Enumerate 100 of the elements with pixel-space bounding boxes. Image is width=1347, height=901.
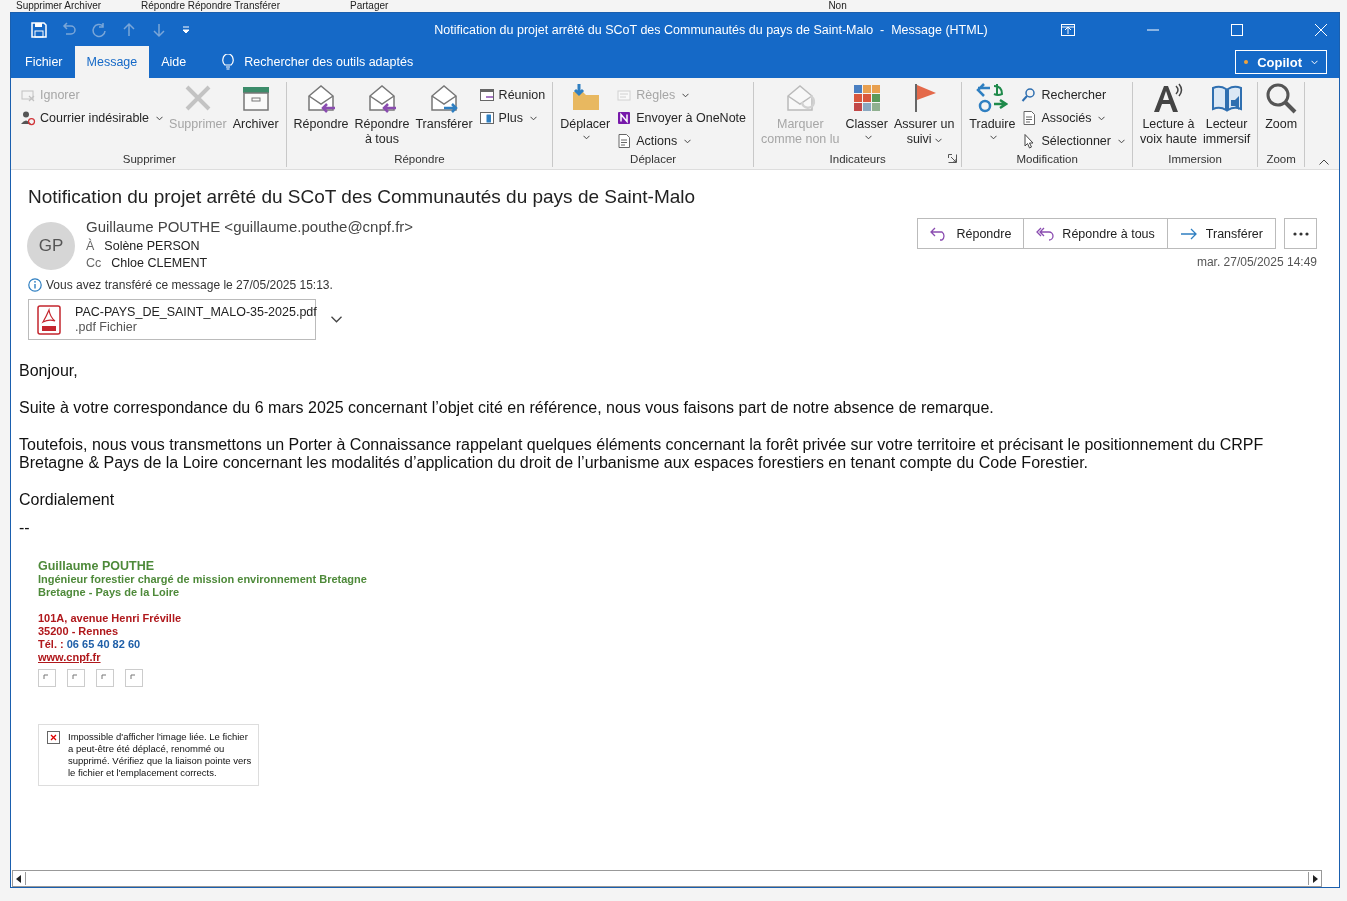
envelope-icon [784,82,817,114]
ribbon-tab[interactable]: Message [74,46,150,78]
ribbon-button[interactable]: Sélectionner [1018,131,1128,151]
ribbon-button[interactable]: Classer [842,82,891,140]
group-label: Modification [1016,153,1078,165]
button-label: Traduire [969,117,1016,132]
website-link[interactable]: www.cnpf.fr [38,651,101,664]
body-paragraph: Bonjour, [19,362,79,380]
info-icon [28,278,42,292]
ribbon-button[interactable]: Archiver [229,82,282,132]
body-paragraph: Toutefois, nous vous transmettons un Porter à Connaissance rappelant quelques éléments concernant la forêt privée sur votre territoire et précisant le positionnement du CRPF Bretagne & Pays de la Loire concernant les modalités d’application du droit de l’urbanisme aux espaces forestiers en tenant compte du Code Forestier. [19,436,1265,472]
recipient-label: À [86,238,95,255]
recipient: Solène PERSON [104,238,200,255]
maximize-icon[interactable] [1231,23,1243,36]
broken-image-message: Impossible d'afficher l'image liée. Le fichier a peut-être été déplacé, renommé ou supprimé. Vérifiez que la liaison pointe vers le fichier et l'emplacement corrects. [68,731,252,779]
close-icon[interactable] [1315,23,1327,36]
ribbon-button[interactable]: Réunion [475,85,549,105]
button-label: Zoom [1265,117,1298,132]
signature-name: Guillaume POUTHE [38,559,154,573]
signature-region: Bretagne - Pays de la Loire [38,586,180,599]
button-label: Marquer comme non lu [761,117,840,147]
message-date: mar. 27/05/2025 14:49 [1196,255,1317,269]
window-title: Notification du projet arrêté du SCoT des Communautés du pays de Saint-Malo - Message (HTML) [433,22,989,37]
reply-envelope-icon [305,82,338,114]
ribbon-button[interactable]: Répondre à tous [351,82,413,147]
ribbon-button[interactable]: Assurer un suivi [890,82,958,147]
signature-phone: Tél. : 06 65 40 82 60 [38,638,141,651]
group-label: Indicateurs [829,153,886,165]
search-icon [1021,87,1038,103]
button-label: Classer [845,117,888,132]
button-label: Archiver [232,117,279,132]
button-label: Répondre [293,117,349,132]
translate-icon [976,82,1009,114]
recipient: Chloe CLEMENT [111,255,208,272]
error-cross-icon [47,731,60,744]
ribbon-button[interactable]: Lecteur immersif [1199,82,1254,147]
ribbon-button[interactable]: Actions [613,131,749,151]
ribbon-button[interactable]: Rechercher [1018,85,1128,105]
document-icon [1021,110,1038,126]
group-label: Déplacer [630,153,677,165]
reply-all-arrow-icon [1036,226,1055,241]
background-ribbon-label: Répondre Répondre Transférer [141,0,280,12]
background-ribbon-label: Supprimer Archiver [16,0,102,12]
dialog-launcher-icon[interactable] [948,154,958,163]
lightbulb-icon [222,54,235,70]
attachment-name: PAC-PAYS_DE_SAINT_MALO-35-2025.pdf [75,305,317,319]
button-label: Supprimer [169,117,227,132]
body-paragraph: Suite à votre correspondance du 6 mars 2025 concernant l’objet cité en référence, nous vous faisons part de notre absence de remarque. [19,399,995,417]
message-subject: Notification du projet arrêté du SCoT des Communautés du pays de Saint-Malo [28,186,697,208]
calendar-icon [478,87,495,103]
zoom-icon [1265,82,1298,114]
body-paragraph: Cordialement [19,491,116,509]
button-label: Lecteur immersif [1202,117,1251,147]
info-message: Vous avez transféré ce message le 27/05/2025 15:13. [46,278,333,292]
group-label: Répondre [394,153,445,165]
envelope-cross-icon [20,87,36,103]
ribbon-tab[interactable]: Aide [149,46,199,78]
broken-image-icon [125,669,143,687]
broken-image-icon [96,669,114,687]
button-label: Transférer [415,117,473,132]
broken-image-icon [67,669,85,687]
tool-search-button[interactable]: Rechercher des outils adaptés [216,46,420,78]
button-label: Lecture à voix haute [1139,117,1197,147]
attachment-type: .pdf Fichier [75,320,138,334]
save-icon[interactable] [31,21,47,38]
signature-address: 101A, avenue Henri Fréville [38,612,182,625]
ribbon-button[interactable]: Courrier indésirable [17,108,167,128]
chevron-down-icon [330,316,342,323]
ribbon-button[interactable]: Associés [1018,108,1128,128]
customize-icon[interactable] [181,24,191,35]
rules-icon [616,87,633,103]
ribbon-button[interactable]: Zoom [1262,82,1301,132]
ribbon-button[interactable]: Envoyer à OneNote [613,108,749,128]
button-label: Assurer un suivi [893,117,955,147]
ribbon-button[interactable]: Déplacer [557,82,614,140]
pdf-file-icon [37,304,61,335]
ribbon-display-icon[interactable] [1061,23,1075,36]
dot-icon [1244,60,1249,64]
ribbon-button[interactable]: Lecture à voix haute [1136,82,1200,147]
signature-city: 35200 - Rennes [38,625,119,638]
sender: Guillaume POUTHE <guillaume.pouthe@cnpf.fr> [86,218,414,235]
background-ribbon-label: Non [828,0,847,12]
ribbon-button[interactable]: Traduire [966,82,1019,140]
forward-arrow-icon [1179,226,1198,241]
signature-separator: -- [19,519,31,537]
person-block-icon [20,110,36,126]
caret-icon [1311,59,1318,65]
ribbon-tab[interactable]: Fichier [13,46,75,78]
ribbon-button[interactable]: Transférer [412,82,476,132]
recipient-label: Cc [86,255,102,272]
group-label: Supprimer [122,153,176,165]
read-aloud-icon [1152,82,1185,114]
ribbon-button[interactable]: Plus [475,108,549,128]
ribbon-button[interactable]: Répondre [290,82,352,132]
notebook-icon [616,110,633,126]
copilot-button[interactable]: Copilot [1235,50,1327,74]
group-label: Zoom [1266,153,1296,165]
avatar: GP [27,222,75,270]
horizontal-scrollbar[interactable] [12,870,1322,887]
collapse-ribbon-icon[interactable] [1319,159,1329,165]
